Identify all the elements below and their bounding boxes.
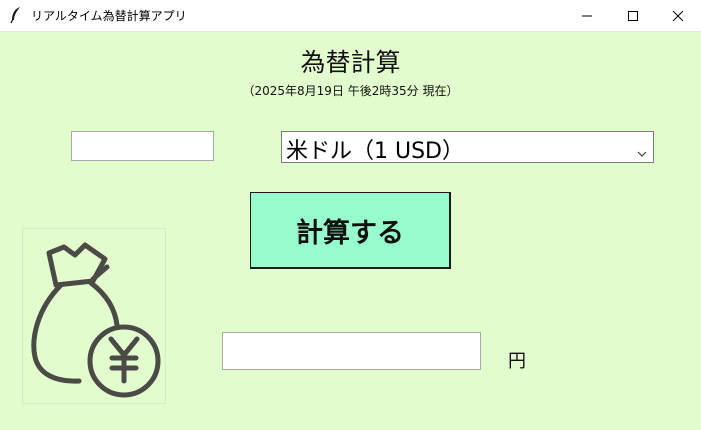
currency-select-value: 米ドル（1 USD） xyxy=(286,139,464,164)
rate-timestamp: （2025年8月19日 午後2時35分 現在） xyxy=(242,84,459,98)
money-bag-yen-icon xyxy=(22,228,166,404)
feather-icon xyxy=(9,6,23,24)
maximize-button[interactable] xyxy=(610,0,656,31)
calculate-button-label: 計算する xyxy=(296,217,404,249)
page-title: 為替計算 xyxy=(300,48,401,77)
minimize-button[interactable] xyxy=(564,0,610,31)
maximize-icon xyxy=(628,11,638,21)
calculate-button[interactable]: 計算する xyxy=(250,192,451,269)
close-button[interactable] xyxy=(655,0,701,31)
title-bar: リアルタイム為替計算アプリ xyxy=(0,0,701,32)
window-title: リアルタイム為替計算アプリ xyxy=(31,9,187,23)
result-field[interactable] xyxy=(222,332,481,370)
minimize-icon xyxy=(582,15,592,17)
amount-input[interactable] xyxy=(71,131,214,161)
currency-select[interactable]: 米ドル（1 USD） xyxy=(281,131,654,164)
chevron-down-icon xyxy=(637,143,647,162)
yen-unit-label: 円 xyxy=(508,351,526,372)
close-icon xyxy=(672,10,684,22)
